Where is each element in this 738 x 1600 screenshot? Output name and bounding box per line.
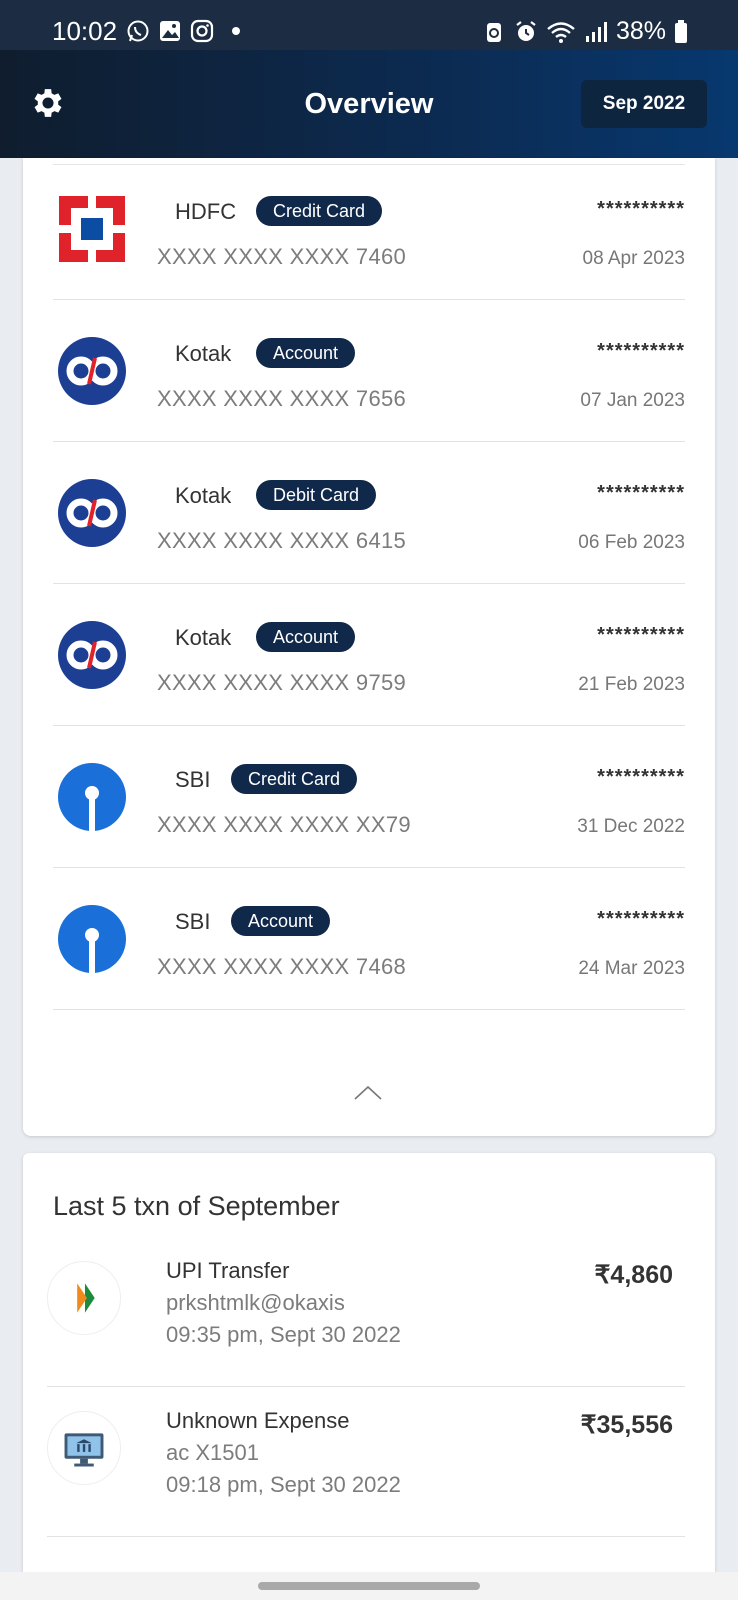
transaction-amount: ₹4,860	[594, 1261, 673, 1289]
status-bar: 10:02 38%	[0, 0, 738, 50]
hidden-balance[interactable]: **********	[597, 908, 685, 931]
hidden-balance[interactable]: **********	[597, 340, 685, 363]
bank-name: Kotak	[175, 341, 232, 366]
transaction-title: Unknown Expense	[166, 1408, 350, 1433]
battery-saver-icon	[486, 22, 501, 42]
bank-name: SBI	[175, 909, 211, 934]
transaction-time: 09:35 pm, Sept 30 2022	[166, 1322, 401, 1347]
account-date: 24 Mar 2023	[578, 958, 685, 979]
account-number: XXXX XXXX XXXX 7468	[157, 954, 407, 979]
kotak-logo-icon	[58, 337, 126, 405]
transaction-amount: ₹35,556	[580, 1411, 673, 1439]
accounts-card: HDFC Credit Card XXXX XXXX XXXX 7460 ***…	[23, 158, 715, 1136]
hidden-balance[interactable]: **********	[597, 198, 685, 221]
account-number: XXXX XXXX XXXX XX79	[157, 812, 411, 837]
transactions-card: Last 5 txn of September UPI Transfer prk…	[23, 1153, 715, 1600]
bank-name: SBI	[175, 767, 211, 792]
month-selector-button[interactable]: Sep 2022	[581, 80, 707, 128]
hidden-balance[interactable]: **********	[597, 482, 685, 505]
account-date: 07 Jan 2023	[580, 390, 685, 411]
account-type-badge: Debit Card	[256, 480, 377, 510]
account-row[interactable]: Kotak Debit Card XXXX XXXX XXXX 6415 ***…	[53, 442, 685, 584]
account-date: 06 Feb 2023	[578, 532, 685, 553]
home-gesture-handle[interactable]	[258, 1582, 480, 1590]
account-type-badge: Credit Card	[256, 196, 383, 226]
upi-icon	[47, 1261, 121, 1335]
battery-percentage: 38%	[615, 17, 666, 45]
account-row[interactable]: Kotak Account XXXX XXXX XXXX 9759 ******…	[53, 584, 685, 726]
transaction-time: 09:18 pm, Sept 30 2022	[166, 1472, 401, 1497]
account-row[interactable]: HDFC Credit Card XXXX XXXX XXXX 7460 ***…	[53, 158, 685, 300]
bank-name: HDFC	[175, 199, 237, 224]
bank-name: Kotak	[175, 625, 232, 650]
hidden-balance[interactable]: **********	[597, 766, 685, 789]
account-number: XXXX XXXX XXXX 7460	[157, 244, 407, 269]
battery-icon	[675, 19, 687, 43]
dot-icon	[232, 27, 240, 35]
kotak-logo-icon	[58, 621, 126, 689]
kotak-logo-icon	[58, 479, 126, 547]
transaction-counterparty: ac X1501	[166, 1440, 259, 1465]
bank-icon	[47, 1411, 121, 1485]
hdfc-logo-icon	[59, 196, 125, 262]
account-number: XXXX XXXX XXXX 6415	[157, 528, 407, 553]
account-number: XXXX XXXX XXXX 7656	[157, 386, 407, 411]
transactions-heading: Last 5 txn of September	[53, 1191, 340, 1221]
account-type-badge: Credit Card	[231, 764, 358, 794]
account-type-badge: Account	[256, 622, 356, 652]
gallery-icon	[160, 21, 180, 41]
hidden-balance[interactable]: **********	[597, 624, 685, 647]
account-number: XXXX XXXX XXXX 9759	[157, 670, 407, 695]
account-type-badge: Account	[231, 906, 331, 936]
account-date: 21 Feb 2023	[578, 674, 685, 695]
transaction-title: UPI Transfer	[166, 1258, 290, 1283]
account-row[interactable]: Kotak Account XXXX XXXX XXXX 7656 ******…	[53, 300, 685, 442]
transaction-row[interactable]: UPI Transfer prkshtmlk@okaxis 09:35 pm, …	[47, 1237, 685, 1387]
app-header: Overview Sep 2022	[0, 50, 738, 158]
bank-name: Kotak	[175, 483, 232, 508]
whatsapp-icon	[127, 20, 149, 42]
account-date: 31 Dec 2022	[577, 816, 685, 837]
sbi-logo-icon	[58, 905, 126, 973]
account-date: 08 Apr 2023	[582, 248, 685, 269]
account-row[interactable]: SBI Account XXXX XXXX XXXX 7468 ********…	[53, 868, 685, 1010]
account-row[interactable]: SBI Credit Card XXXX XXXX XXXX XX79 ****…	[53, 726, 685, 868]
signal-icon	[585, 21, 607, 42]
transaction-row[interactable]: Unknown Expense ac X1501 09:18 pm, Sept …	[47, 1387, 685, 1537]
alarm-icon	[516, 20, 536, 41]
sbi-logo-icon	[58, 763, 126, 831]
chevron-up-icon[interactable]	[353, 1084, 383, 1102]
status-time: 10:02	[52, 16, 118, 46]
account-type-badge: Account	[256, 338, 356, 368]
wifi-icon	[547, 21, 575, 43]
transaction-counterparty: prkshtmlk@okaxis	[166, 1290, 345, 1315]
instagram-icon	[190, 19, 214, 43]
